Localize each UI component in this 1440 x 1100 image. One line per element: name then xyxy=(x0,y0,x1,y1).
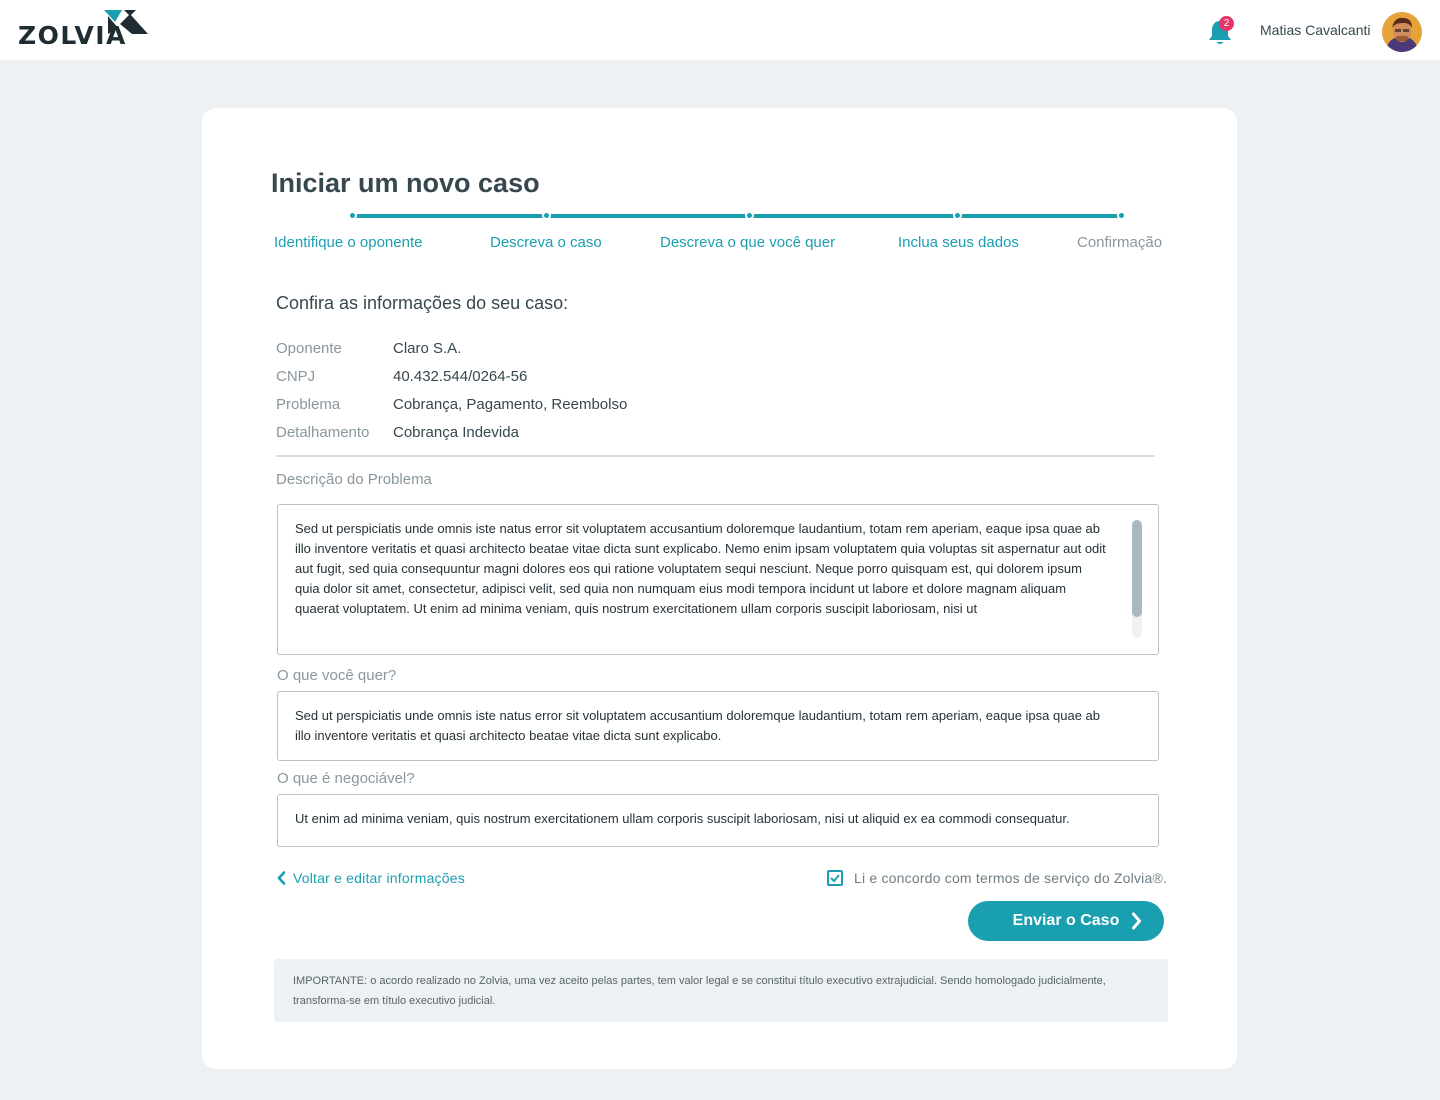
step-identify-opponent[interactable]: Identifique o oponente xyxy=(274,234,422,251)
avatar[interactable] xyxy=(1382,12,1422,52)
description-label: Descrição do Problema xyxy=(276,471,432,488)
submit-case-button[interactable]: Enviar o Caso xyxy=(968,901,1164,941)
info-value-detail: Cobrança Indevida xyxy=(393,424,519,441)
terms-label: Li e concordo com termos de serviço do Z… xyxy=(854,870,1168,886)
section-subtitle: Confira as informações do seu caso: xyxy=(276,293,569,313)
description-textarea[interactable]: Sed ut perspiciatis unde omnis iste natu… xyxy=(277,504,1159,655)
step-dot xyxy=(745,211,754,220)
top-bar: ZOLVIA 2 Matias Cavalcanti xyxy=(0,0,1440,60)
step-dot xyxy=(1117,211,1126,220)
step-confirmation: Confirmação xyxy=(1077,234,1163,251)
description-text: Sed ut perspiciatis unde omnis iste natu… xyxy=(295,521,1106,616)
step-dot xyxy=(348,211,357,220)
notice-text: IMPORTANTE: o acordo realizado no Zolvia… xyxy=(293,975,1106,1007)
checkmark-icon xyxy=(830,874,840,883)
back-edit-link[interactable]: Voltar e editar informações xyxy=(277,870,465,886)
info-value-cnpj: 40.432.544/0264-56 xyxy=(393,368,528,385)
step-dot xyxy=(953,211,962,220)
negotiable-label: O que é negociável? xyxy=(277,770,415,787)
wants-text: Sed ut perspiciatis unde omnis iste natu… xyxy=(295,708,1100,743)
step-describe-wants[interactable]: Descreva o que você quer xyxy=(660,234,835,251)
logo-mark-icon xyxy=(104,10,148,34)
info-key-detail: Detalhamento xyxy=(276,424,370,441)
step-dot xyxy=(542,211,551,220)
info-key-opponent: Oponente xyxy=(276,340,342,357)
divider xyxy=(276,455,1155,457)
wants-label: O que você quer? xyxy=(277,667,397,684)
step-include-data[interactable]: Inclua seus dados xyxy=(898,234,1019,251)
chevron-left-icon xyxy=(277,871,286,885)
description-scrollbar[interactable] xyxy=(1132,520,1142,638)
user-name[interactable]: Matias Cavalcanti xyxy=(1260,22,1371,38)
negotiable-textarea[interactable]: Ut enim ad minima veniam, quis nostrum e… xyxy=(277,794,1159,847)
info-key-cnpj: CNPJ xyxy=(276,368,316,385)
stepper-line xyxy=(353,214,1123,218)
notification-badge: 2 xyxy=(1219,16,1234,31)
important-notice: IMPORTANTE: o acordo realizado no Zolvia… xyxy=(274,959,1168,1022)
stepper-progress xyxy=(353,214,1123,218)
back-edit-label: Voltar e editar informações xyxy=(293,870,465,886)
chevron-right-icon xyxy=(1132,912,1141,930)
info-value-opponent: Claro S.A. xyxy=(393,340,462,357)
submit-case-label: Enviar o Caso xyxy=(1012,912,1120,929)
terms-checkbox[interactable] xyxy=(827,870,843,886)
info-key-problem: Problema xyxy=(276,396,341,413)
negotiable-text: Ut enim ad minima veniam, quis nostrum e… xyxy=(295,811,1070,826)
step-describe-case[interactable]: Descreva o caso xyxy=(490,234,602,251)
scrollbar-thumb[interactable] xyxy=(1132,520,1142,617)
terms-agreement: Li e concordo com termos de serviço do Z… xyxy=(827,870,1167,886)
info-value-problem: Cobrança, Pagamento, Reembolso xyxy=(393,396,628,413)
page-title: Iniciar um novo caso xyxy=(271,168,540,198)
wants-textarea[interactable]: Sed ut perspiciatis unde omnis iste natu… xyxy=(277,691,1159,761)
